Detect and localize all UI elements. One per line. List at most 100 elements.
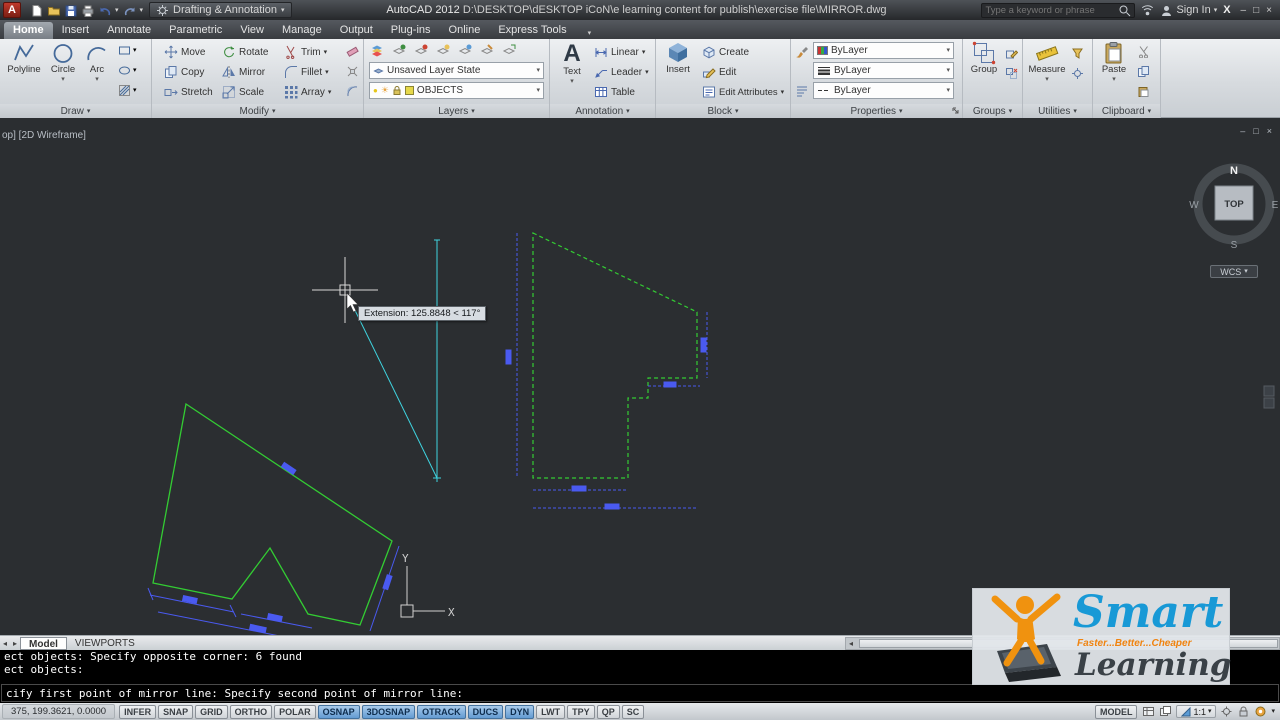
drawing-restore-button[interactable]: □ (1253, 126, 1258, 136)
coordinates-display[interactable]: 375, 199.3621, 0.0000 (2, 704, 116, 719)
viewcube-south-label[interactable]: S (1231, 240, 1238, 251)
table-button[interactable]: Table (594, 83, 635, 101)
drawing-close-button[interactable]: × (1267, 126, 1272, 136)
annotation-scale-control[interactable]: 1:1 ▾ (1176, 705, 1217, 718)
viewcube-west-label[interactable]: W (1189, 200, 1199, 211)
search-input[interactable] (985, 4, 1116, 16)
viewcube-east-label[interactable]: E (1272, 200, 1279, 211)
toggle-dyn[interactable]: DYN (505, 704, 535, 719)
rectangle-tool-button[interactable]: ▾ (118, 44, 137, 57)
linear-dimension-button[interactable]: Linear ▾ (594, 43, 645, 61)
toggle-ducs[interactable]: DUCS (467, 704, 504, 719)
lock-ui-icon[interactable] (1237, 705, 1250, 718)
layer-freeze-sun-icon[interactable]: ☀ (381, 85, 389, 96)
tab-output[interactable]: Output (331, 22, 382, 39)
layer-tool-button[interactable] (436, 43, 451, 58)
original-dimensions[interactable] (147, 461, 400, 635)
arc-button[interactable]: Arc ▾ (82, 41, 112, 83)
explode-button[interactable] (346, 65, 359, 78)
toggle-qp[interactable]: QP (596, 704, 620, 719)
model-paper-toggle[interactable]: MODEL (1094, 704, 1138, 719)
fillet-button[interactable]: Fillet ▾ (284, 63, 329, 81)
edit-attributes-button[interactable]: Edit Attributes ▾ (702, 83, 784, 101)
close-button[interactable]: × (1266, 5, 1272, 16)
erase-button[interactable] (346, 45, 359, 58)
layer-dropdown[interactable]: ● ☀ OBJECTS ▾ (369, 82, 544, 99)
ungroup-button[interactable] (1005, 67, 1018, 80)
viewport-controls-label[interactable]: op] [2D Wireframe] (2, 130, 86, 141)
layout-next-icon[interactable]: ▸ (10, 639, 20, 648)
measure-button[interactable]: Measure ▾ (1026, 41, 1068, 83)
original-polygon[interactable] (152, 402, 393, 626)
quick-view-drawings-icon[interactable] (1159, 705, 1172, 718)
quick-select-button[interactable] (1071, 47, 1084, 60)
viewcube-north-label[interactable]: N (1230, 165, 1238, 177)
fillet-caret-icon[interactable]: ▾ (325, 69, 329, 76)
quick-view-layouts-icon[interactable] (1142, 705, 1155, 718)
layer-tool-button[interactable] (458, 43, 473, 58)
panel-title-properties[interactable]: Properties ▾ (791, 104, 962, 118)
tab-express-tools[interactable]: Express Tools (489, 22, 575, 39)
save-button[interactable] (64, 4, 77, 17)
edit-block-button[interactable]: Edit (702, 63, 736, 81)
layer-properties-button[interactable] (370, 43, 385, 58)
drawing-area[interactable]: Y X N W E S TOP op] [2D Wireframe] – □ ×… (0, 118, 1280, 635)
mirror-button[interactable]: Mirror (222, 63, 265, 81)
plot-button[interactable] (81, 4, 94, 17)
layer-lock-icon[interactable] (392, 85, 402, 96)
cut-button[interactable] (1137, 45, 1150, 58)
paste-caret-icon[interactable]: ▾ (1112, 76, 1116, 83)
object-color-dropdown[interactable]: ByLayer ▾ (813, 42, 954, 59)
layer-tool-button[interactable] (480, 43, 495, 58)
tab-annotate[interactable]: Annotate (98, 22, 160, 39)
layer-state-dropdown[interactable]: Unsaved Layer State ▾ (369, 62, 544, 79)
group-edit-button[interactable] (1005, 47, 1018, 60)
panel-title-utilities[interactable]: Utilities ▾ (1023, 104, 1092, 118)
arc-caret-icon[interactable]: ▾ (95, 76, 99, 83)
text-button[interactable]: A Text ▾ (555, 41, 589, 85)
open-file-button[interactable] (47, 4, 60, 17)
autodesk360-icon[interactable] (1141, 4, 1154, 17)
lineweight-dropdown[interactable]: ByLayer ▾ (813, 62, 954, 79)
application-menu-button[interactable]: A (3, 2, 21, 18)
undo-caret-icon[interactable]: ▾ (115, 7, 119, 14)
tab-model[interactable]: Model (20, 636, 67, 650)
create-block-button[interactable]: Create (702, 43, 749, 61)
panel-title-draw[interactable]: Draw ▾ (0, 104, 151, 118)
workspace-switcher[interactable]: Drafting & Annotation ▾ (149, 2, 292, 18)
toggle-sc[interactable]: SC (621, 704, 645, 719)
scroll-left-icon[interactable]: ◂ (846, 639, 856, 648)
array-button[interactable]: Array ▾ (284, 83, 331, 101)
layer-tool-button[interactable] (502, 43, 517, 58)
redo-button[interactable] (123, 4, 136, 17)
copy-clip-button[interactable] (1137, 65, 1150, 78)
toggle-tpy[interactable]: TPY (567, 704, 595, 719)
rotate-button[interactable]: Rotate (222, 43, 268, 61)
viewcube[interactable]: N W E S TOP (1189, 163, 1279, 251)
linetype-dropdown[interactable]: ByLayer ▾ (813, 82, 954, 99)
paste-special-button[interactable] (1137, 85, 1150, 98)
array-caret-icon[interactable]: ▾ (328, 89, 332, 96)
navigation-bar[interactable] (1263, 385, 1275, 409)
toggle-otrack[interactable]: OTRACK (417, 704, 466, 719)
trim-button[interactable]: Trim ▾ (284, 43, 327, 61)
tab-view[interactable]: View (231, 22, 273, 39)
toggle-ortho[interactable]: ORTHO (229, 704, 273, 719)
offset-button[interactable] (346, 85, 359, 98)
dialog-launcher-icon[interactable] (952, 107, 960, 115)
leader-button[interactable]: Leader ▾ (594, 63, 649, 81)
stretch-button[interactable]: Stretch (164, 83, 213, 101)
command-input[interactable]: cify first point of mirror line: Specify… (1, 684, 1279, 702)
panel-title-layers[interactable]: Layers ▾ (364, 104, 549, 118)
undo-button[interactable] (98, 4, 111, 17)
toggle-polar[interactable]: POLAR (274, 704, 316, 719)
circle-button[interactable]: Circle ▾ (46, 41, 80, 83)
viewcube-top-label[interactable]: TOP (1224, 199, 1244, 210)
layer-tool-button[interactable] (414, 43, 429, 58)
panel-title-clipboard[interactable]: Clipboard ▾ (1093, 104, 1160, 118)
copy-button[interactable]: Copy (164, 63, 204, 81)
id-point-button[interactable] (1071, 67, 1084, 80)
tab-parametric[interactable]: Parametric (160, 22, 231, 39)
leader-caret-icon[interactable]: ▾ (645, 69, 649, 76)
exchange-apps-icon[interactable]: X (1223, 4, 1230, 16)
